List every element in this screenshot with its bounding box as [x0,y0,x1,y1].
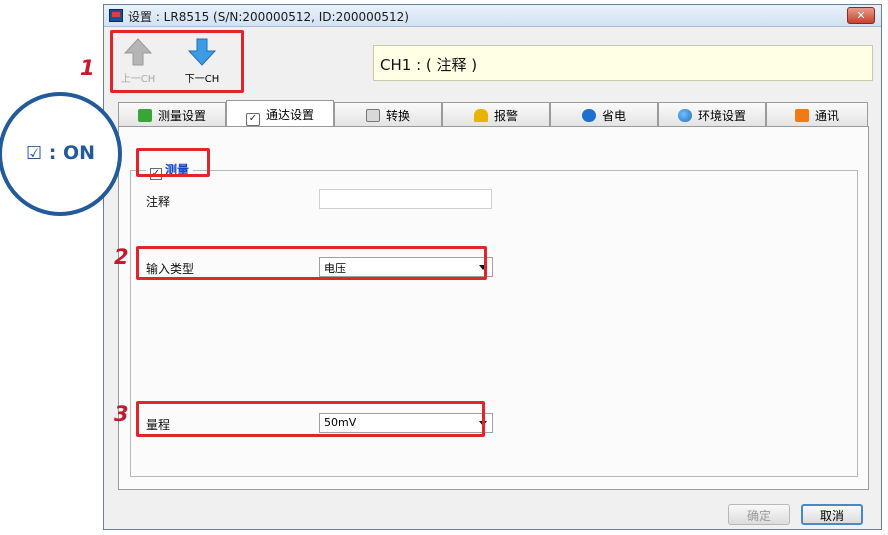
window-title: 设置 : LR8515 (S/N:200000512, ID:200000512… [128,10,409,24]
globe-icon [677,109,692,122]
checkbox-icon: ☑ [26,143,43,164]
cancel-button[interactable]: 取消 [801,504,863,525]
bell-icon [473,109,488,122]
callout-on-text: : ON [42,142,96,164]
checkbox-icon: ✓ [245,113,260,126]
bluetooth-icon [581,109,596,122]
ok-button[interactable]: 确定 [728,504,790,525]
tab-conversion[interactable]: 转换 [334,102,442,126]
close-button[interactable]: ✕ [847,7,875,24]
highlight-input-type [136,246,487,280]
calculator-icon [365,109,380,122]
app-icon [109,9,123,22]
tab-power-saving[interactable]: 省电 [550,102,658,126]
tab-alarm[interactable]: 报警 [442,102,550,126]
title-bar: 设置 : LR8515 (S/N:200000512, ID:200000512… [104,5,881,27]
tab-label: 环境设置 [697,109,746,123]
highlight-channel-nav [110,30,244,93]
callout-text: ☑ : ON [26,142,95,164]
channel-comment: CH1 : ( 注释 ) [373,45,873,81]
tab-label: 测量设置 [157,109,206,123]
annotation-number-1: 1 [80,56,95,80]
tab-environment[interactable]: 环境设置 [658,102,766,126]
tab-measure-settings[interactable]: 测量设置 [118,102,226,126]
highlight-range [136,401,485,437]
tab-label: 省电 [601,109,626,123]
tab-label: 转换 [385,109,410,123]
tab-label: 通达设置 [265,108,314,122]
comment-label: 注释 [146,195,171,209]
tab-label: 报警 [493,109,518,123]
annotation-number-2: 2 [114,245,129,269]
highlight-measure-checkbox [136,148,210,177]
tab-channel-settings[interactable]: ✓ 通达设置 [226,100,334,126]
tab-bar: 测量设置 ✓ 通达设置 转换 报警 省电 环境设置 通讯 [118,100,868,126]
annotation-number-3: 3 [114,402,129,426]
tab-communication[interactable]: 通讯 [766,102,868,126]
rss-icon [794,109,809,122]
comment-input[interactable] [319,189,492,209]
tab-label: 通讯 [814,109,839,123]
measure-icon [137,109,152,122]
